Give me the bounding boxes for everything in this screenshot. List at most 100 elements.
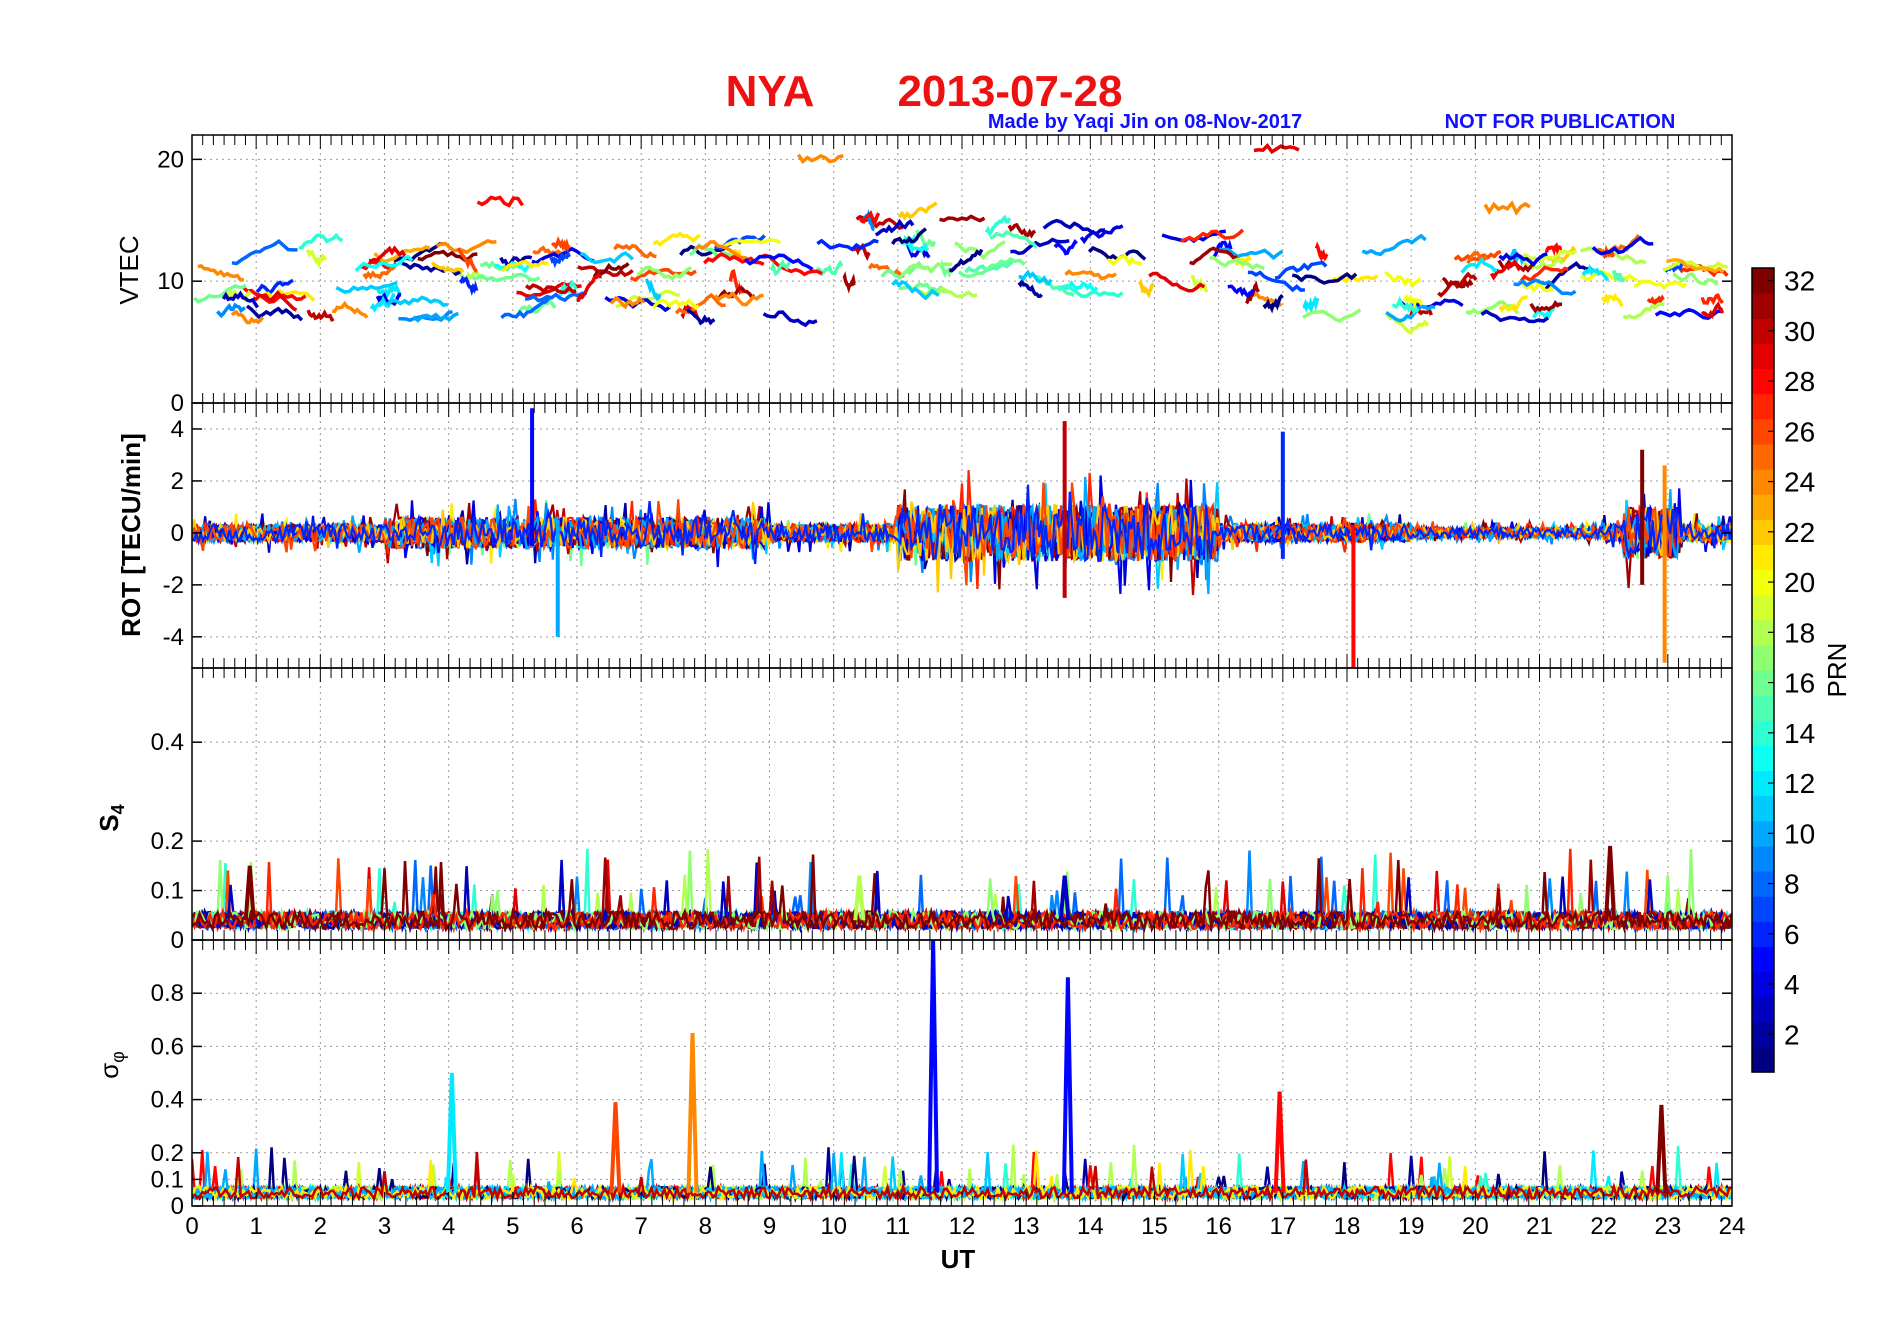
vtec-feature-arc: [796, 153, 844, 165]
vtec-arc: [1314, 241, 1329, 263]
colorbar-segment: [1752, 393, 1774, 420]
vtec-feature-arc: [1253, 143, 1300, 155]
sigma_phi-spike: [686, 1033, 699, 1193]
colorbar-tick-label: 4: [1784, 969, 1800, 1000]
vtec-arc: [458, 275, 479, 297]
x-tick-label: 23: [1654, 1213, 1681, 1240]
vtec-arc: [305, 248, 327, 269]
colorbar-tick-label: 16: [1784, 668, 1815, 699]
sigma_phi-spike: [1655, 1104, 1668, 1193]
x-tick-label: 16: [1205, 1213, 1232, 1240]
publication-notice: NOT FOR PUBLICATION: [1445, 111, 1676, 133]
colorbar-segment: [1752, 544, 1774, 571]
vtec-arc: [306, 309, 335, 322]
x-tick-label: 21: [1526, 1213, 1553, 1240]
vtec-arc: [255, 278, 294, 296]
vtec-arc: [842, 271, 856, 294]
colorbar-tick-label: 2: [1784, 1019, 1800, 1050]
colorbar-segment: [1752, 745, 1774, 772]
colorbar-segment: [1752, 293, 1774, 319]
sigma_phi-y-tick-label: 0.8: [151, 980, 184, 1007]
vtec-y-tick-label: 0: [171, 390, 184, 417]
sigma-phi-ylabel: σφ: [94, 1051, 128, 1079]
vtec-arc: [1601, 292, 1624, 308]
rot-ylabel: ROT [TECU/min]: [116, 433, 146, 637]
colorbar-segment: [1752, 443, 1774, 470]
sigma_phi-series: [192, 940, 1732, 1204]
colorbar-segment: [1752, 1046, 1774, 1073]
vtec-arc: [1053, 239, 1078, 256]
sigma_phi-spike: [927, 940, 940, 1193]
vtec-arc: [1042, 218, 1106, 236]
colorbar-segment: [1752, 946, 1774, 973]
x-tick-label: 1: [249, 1213, 262, 1240]
colorbar-tick-label: 12: [1784, 768, 1815, 799]
vtec-arc: [1361, 233, 1427, 257]
vtec-arc: [722, 238, 782, 249]
vtec-arc: [652, 231, 701, 248]
colorbar-segment: [1752, 644, 1774, 671]
colorbar-tick-label: 10: [1784, 818, 1815, 849]
s4-ylabel: S4: [94, 804, 128, 831]
sigma_phi-y-tick-label: 0.2: [151, 1140, 184, 1167]
colorbar-tick-label: 14: [1784, 718, 1815, 749]
colorbar-tick-label: 22: [1784, 517, 1815, 548]
colorbar-tick-label: 24: [1784, 467, 1815, 498]
x-tick-label: 22: [1590, 1213, 1617, 1240]
vtec-y-tick-label: 20: [157, 146, 184, 173]
colorbar-segment: [1752, 343, 1774, 370]
credit-note: Made by Yaqi Jin on 08-Nov-2017: [988, 111, 1302, 133]
vtec-arc: [897, 201, 938, 221]
vtec-feature-arc: [939, 214, 986, 223]
title-station: NYA: [726, 67, 815, 116]
x-tick-label: 11: [885, 1213, 910, 1240]
sigma_phi-gridlines: [192, 940, 1732, 1206]
colorbar-tick-label: 30: [1784, 316, 1815, 347]
vtec-arc: [332, 300, 369, 319]
title-date: 2013-07-28: [897, 67, 1122, 116]
vtec-arc: [1383, 270, 1422, 289]
s4-gridlines: [192, 668, 1732, 940]
vtec-arc: [1633, 279, 1688, 291]
s4-y-tick-label: 0.2: [151, 828, 184, 855]
x-tick-label: 7: [634, 1213, 647, 1240]
x-tick-label: 9: [763, 1213, 776, 1240]
x-tick-label: 3: [378, 1213, 391, 1240]
x-tick-label: 20: [1462, 1213, 1489, 1240]
vtec-feature-arc: [476, 195, 524, 208]
sigma_phi-spike: [1061, 977, 1074, 1193]
x-tick-label: 2: [314, 1213, 327, 1240]
sigma_phi-y-tick-label: 0.1: [151, 1166, 184, 1193]
vtec-arc: [645, 278, 662, 302]
vtec-ylabel: VTEC: [114, 235, 144, 304]
s4-spike: [1604, 845, 1617, 921]
colorbar: 2468101214161820222426283032: [1751, 266, 1815, 1073]
x-tick-label: 4: [442, 1213, 455, 1240]
s4-y-tick-label: 0.4: [151, 729, 184, 756]
figure: NYA 2013-07-28 Made by Yaqi Jin on 08-No…: [94, 67, 1852, 1274]
panel-s4: 0 0.1 0.2 0.4: [151, 667, 1733, 954]
colorbar-tick-label: 18: [1784, 617, 1815, 648]
x-axis: 0 1 2 3 4 5 6 7 8 9 10 11 12 13 14 15 16 17 18 19 20 21 22 23 24: [185, 1213, 1745, 1240]
sigma_phi-y-tick-label: 0.4: [151, 1087, 184, 1114]
colorbar-tick-label: 32: [1784, 266, 1815, 297]
x-axis-label: UT: [941, 1244, 976, 1274]
colorbar-segment: [1752, 795, 1774, 822]
colorbar-tick-label: 20: [1784, 567, 1815, 598]
s4-y-tick-label: 0: [171, 927, 184, 954]
vtec-arc: [1529, 300, 1563, 314]
x-tick-label: 19: [1398, 1213, 1425, 1240]
sigma_phi-y-tick-label: 0.6: [151, 1033, 184, 1060]
x-tick-label: 17: [1269, 1213, 1296, 1240]
vtec-arc: [1017, 277, 1043, 298]
panel-vtec: 0 10 20: [157, 134, 1733, 417]
x-tick-label: 18: [1334, 1213, 1361, 1240]
vtec-arc: [686, 308, 716, 326]
colorbar-tick-label: 8: [1784, 869, 1800, 900]
x-tick-label: 8: [699, 1213, 712, 1240]
colorbar-segment: [1752, 594, 1774, 621]
s4-axes-frame: [191, 667, 1733, 941]
vtec-y-tick-label: 10: [157, 268, 184, 295]
x-tick-label: 10: [820, 1213, 847, 1240]
x-tick-label: 13: [1013, 1213, 1040, 1240]
